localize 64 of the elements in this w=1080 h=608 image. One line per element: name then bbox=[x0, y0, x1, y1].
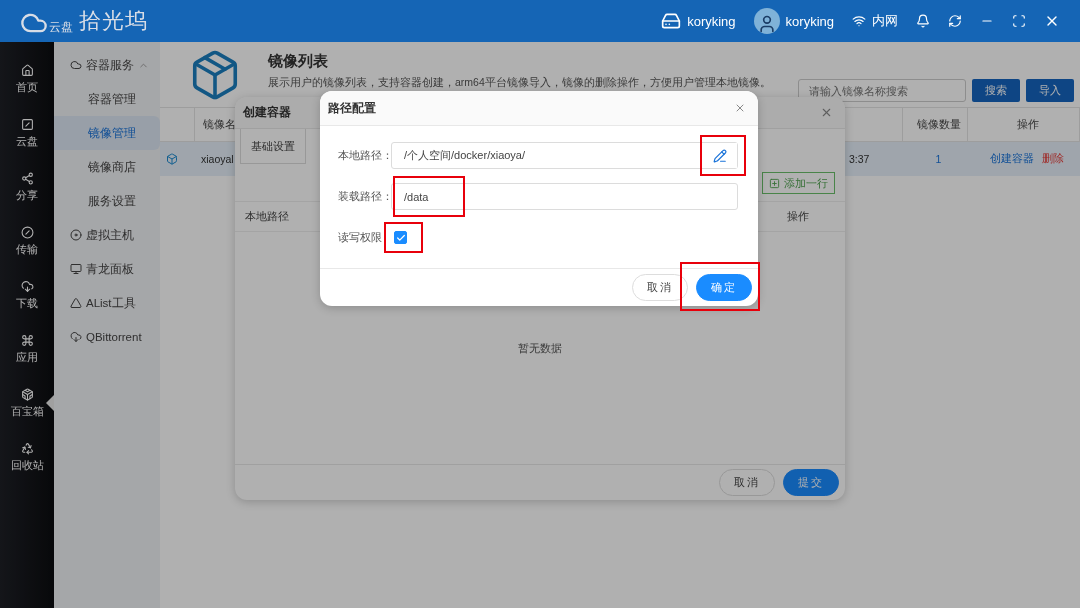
menu-item[interactable]: 青龙面板 bbox=[54, 252, 160, 286]
cloud-icon bbox=[70, 59, 82, 71]
input-field[interactable]: /data bbox=[391, 183, 738, 210]
checkbox[interactable] bbox=[394, 231, 407, 244]
cloud-download-icon bbox=[20, 279, 34, 293]
tab[interactable]: 基础设置 bbox=[240, 129, 306, 164]
network-label: 内网 bbox=[872, 12, 898, 30]
menu-group[interactable]: 容器服务 bbox=[54, 48, 160, 82]
app-name: 拾光坞 bbox=[79, 7, 148, 35]
nav-item[interactable]: 首页 bbox=[0, 52, 54, 106]
input-field[interactable]: /个人空间/docker/xiaoya/ bbox=[391, 142, 738, 169]
cloud-download-icon bbox=[70, 331, 82, 343]
search-field[interactable]: 请输入镜像名称搜索 bbox=[798, 79, 966, 102]
bell-icon[interactable] bbox=[916, 14, 930, 28]
menu-item[interactable]: 服务设置 bbox=[54, 184, 160, 218]
share-icon bbox=[20, 171, 34, 185]
avatar[interactable] bbox=[753, 8, 780, 34]
menu-item[interactable]: QBittorrent bbox=[54, 320, 160, 354]
nav-item[interactable]: 百宝箱 bbox=[0, 376, 54, 430]
column-header: 本地路径 bbox=[245, 209, 289, 224]
dialog-button[interactable]: 取消 bbox=[719, 469, 775, 496]
page-description: 展示用户的镜像列表，支持容器创建，arm64平台镜像导入，镜像的删除操作，方便用户管理本地镜像。 bbox=[268, 76, 772, 90]
box-icon bbox=[166, 153, 178, 165]
recycle-icon bbox=[20, 441, 34, 455]
action-link[interactable]: 创建容器 bbox=[990, 152, 1034, 166]
fullscreen-icon[interactable] bbox=[1012, 14, 1026, 28]
hard-drive-icon bbox=[661, 11, 682, 31]
home-icon bbox=[20, 63, 34, 77]
menu-item[interactable]: AList工具 bbox=[54, 286, 160, 320]
field-label: 读写权限 bbox=[338, 230, 382, 245]
nav-item[interactable]: 回收站 bbox=[0, 430, 54, 484]
dialog-button[interactable]: 提交 bbox=[783, 469, 839, 496]
nav-item[interactable]: 云盘 bbox=[0, 106, 54, 160]
wifi-icon bbox=[852, 14, 866, 28]
menu-item[interactable]: 虚拟主机 bbox=[54, 218, 160, 252]
dialog-button[interactable]: 确定 bbox=[696, 274, 752, 301]
action-link[interactable]: 删除 bbox=[1042, 152, 1064, 166]
field-label: 装载路径： bbox=[338, 189, 391, 204]
toolbar-button[interactable]: 搜索 bbox=[972, 79, 1020, 102]
column-header: 操作 bbox=[787, 209, 809, 224]
table-cell: 1 bbox=[903, 142, 968, 176]
disc-icon bbox=[70, 229, 82, 241]
refresh-icon[interactable] bbox=[948, 14, 962, 28]
page-title: 镜像列表 bbox=[268, 52, 329, 71]
pencil-icon bbox=[712, 148, 727, 163]
menu-item[interactable]: 镜像管理 bbox=[54, 116, 160, 150]
logo-text: 云盘 bbox=[49, 19, 73, 36]
menu-item[interactable]: 镜像商店 bbox=[54, 150, 160, 184]
empty-text: 暂无数据 bbox=[518, 340, 562, 356]
toolbar-button[interactable]: 导入 bbox=[1026, 79, 1074, 102]
triangle-icon bbox=[70, 297, 82, 309]
menu-item[interactable]: 容器管理 bbox=[54, 82, 160, 116]
nav-item[interactable]: 传输 bbox=[0, 214, 54, 268]
table-row[interactable] bbox=[160, 142, 195, 176]
nav-item[interactable]: 应用 bbox=[0, 322, 54, 376]
user-name: koryking bbox=[785, 13, 834, 29]
nav-item[interactable]: 分享 bbox=[0, 160, 54, 214]
dialog-button[interactable]: 取消 bbox=[632, 274, 688, 301]
device-name: koryking bbox=[687, 13, 736, 29]
nav-item[interactable]: 下载 bbox=[0, 268, 54, 322]
field-label: 本地路径： bbox=[338, 148, 391, 163]
monitor-icon bbox=[70, 263, 82, 275]
command-icon bbox=[20, 333, 34, 347]
plus-icon bbox=[769, 177, 780, 189]
